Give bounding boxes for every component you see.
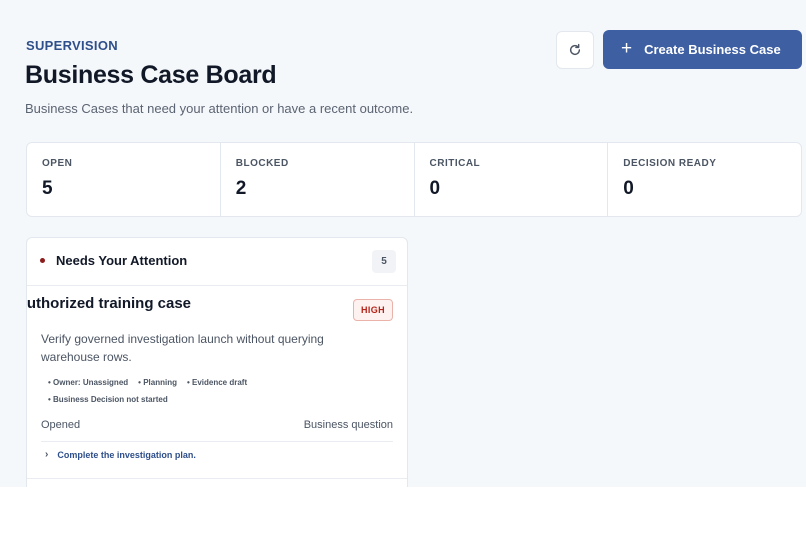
priority-badge: HIGH — [353, 299, 393, 321]
chevron-right-icon: › — [45, 449, 49, 460]
section-eyebrow: SUPERVISION — [26, 38, 118, 53]
stat-label: CRITICAL — [429, 158, 481, 169]
count-badge: 5 — [372, 250, 396, 273]
create-business-case-button[interactable]: + Create Business Case — [603, 30, 802, 69]
refresh-button[interactable] — [556, 31, 594, 69]
stat-label: OPEN — [42, 158, 73, 169]
case-meta: Business Decision not started — [48, 395, 168, 404]
stat-decision-ready: DECISION READY 0 — [608, 143, 801, 216]
next-step-link[interactable]: › Complete the investigation plan. — [45, 449, 196, 460]
page-subtitle: Business Cases that need your attention … — [25, 101, 414, 116]
case-decision-status: Business Decision not started — [48, 395, 168, 404]
needs-attention-panel: Needs Your Attention 5 Authorized traini… — [26, 237, 408, 487]
case-status: Opened — [41, 419, 81, 431]
stat-value: 5 — [42, 178, 53, 199]
stat-blocked: BLOCKED 2 — [221, 143, 415, 216]
stat-open: OPEN 5 — [27, 143, 221, 216]
stat-critical: CRITICAL 0 — [415, 143, 609, 216]
page-title: Business Case Board — [25, 61, 277, 89]
refresh-icon — [569, 43, 581, 56]
case-owner: Owner: Unassigned — [48, 378, 128, 387]
panel-header: Needs Your Attention 5 — [27, 238, 407, 286]
case-card[interactable]: Authorized training case HIGH Verify gov… — [27, 287, 407, 477]
next-step-label: Complete the investigation plan. — [57, 449, 196, 460]
next-card-edge — [27, 478, 407, 479]
panel-title: Needs Your Attention — [56, 253, 188, 268]
stat-value: 2 — [235, 178, 247, 199]
stat-value: 0 — [429, 178, 441, 199]
stat-value: 0 — [623, 178, 634, 199]
stats-bar: OPEN 5 BLOCKED 2 CRITICAL 0 DECISION REA… — [26, 142, 802, 217]
app-screen: SUPERVISION Business Case Board Business… — [0, 0, 806, 487]
case-description: Verify governed investigation launch wit… — [41, 332, 324, 364]
case-meta: Owner: Unassigned Planning Evidence draf… — [48, 378, 247, 387]
plus-icon: + — [621, 38, 633, 59]
divider — [41, 441, 393, 442]
case-type: Business question — [303, 419, 393, 431]
stat-label: BLOCKED — [235, 158, 289, 169]
create-button-label: Create Business Case — [644, 42, 781, 57]
case-evidence: Evidence draft — [187, 378, 247, 387]
stat-label: DECISION READY — [623, 158, 717, 169]
attention-dot-icon — [40, 258, 45, 263]
case-phase: Planning — [138, 378, 177, 387]
case-title: Authorized training case — [27, 289, 229, 321]
